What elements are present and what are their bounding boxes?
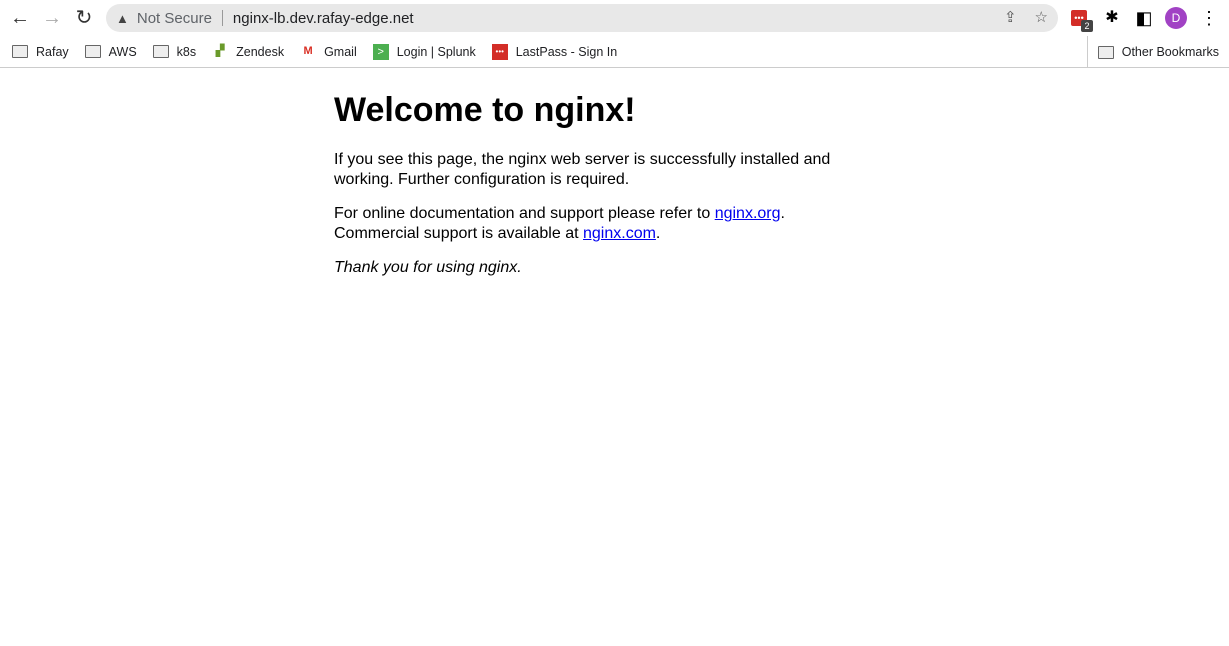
- bookmark-lastpass[interactable]: ••• LastPass - Sign In: [491, 43, 618, 60]
- punctuation: .: [780, 205, 785, 222]
- bookmark-label: AWS: [108, 44, 137, 59]
- reload-button[interactable]: ↻: [72, 6, 96, 30]
- folder-icon: [1097, 45, 1114, 59]
- zendesk-icon: ▞: [215, 45, 225, 57]
- bookmark-splunk[interactable]: > Login | Splunk: [372, 43, 476, 60]
- bookmark-k8s[interactable]: k8s: [152, 44, 197, 59]
- bookmark-label: Rafay: [36, 44, 69, 59]
- divider: [221, 10, 223, 26]
- bookmark-label: Zendesk: [236, 44, 285, 59]
- warning-icon: ▲: [116, 10, 129, 26]
- extension-badge: 2: [1081, 20, 1093, 32]
- support-text: For online documentation and support ple…: [334, 205, 715, 222]
- bookmark-label: Login | Splunk: [396, 44, 476, 59]
- bookmark-label: k8s: [176, 44, 197, 59]
- gmail-icon: M: [303, 45, 313, 57]
- page-content: Welcome to nginx! If you see this page, …: [334, 90, 844, 292]
- avatar[interactable]: D: [1165, 7, 1187, 29]
- puzzle-icon[interactable]: ✱: [1102, 8, 1122, 28]
- back-button[interactable]: ←: [8, 6, 32, 30]
- forward-button[interactable]: →: [40, 6, 64, 30]
- side-panel-icon[interactable]: ◧: [1134, 8, 1154, 28]
- folder-icon: [152, 45, 169, 58]
- support-paragraph: For online documentation and support ple…: [334, 204, 844, 244]
- browser-toolbar: ← → ↻ ▲ Not Secure nginx-lb.dev.rafay-ed…: [0, 0, 1229, 36]
- bookmarks-bar: Rafay AWS k8s ▞ Zendesk M Gmail > Login | S…: [0, 36, 1229, 68]
- bookmark-label: LastPass - Sign In: [515, 44, 618, 59]
- other-bookmarks[interactable]: Other Bookmarks: [1086, 36, 1219, 68]
- page-title: Welcome to nginx!: [334, 91, 636, 129]
- bookmark-zendesk[interactable]: ▞ Zendesk: [212, 45, 284, 59]
- star-icon[interactable]: ☆: [1035, 8, 1048, 26]
- nginx-org-link[interactable]: nginx.org: [715, 205, 781, 222]
- bookmark-label: Gmail: [324, 44, 357, 59]
- menu-icon[interactable]: ⋮: [1199, 8, 1219, 28]
- thanks-paragraph: Thank you for using nginx.: [334, 258, 844, 278]
- punctuation: .: [655, 225, 661, 242]
- security-label[interactable]: Not Secure: [137, 10, 212, 27]
- folder-icon: [84, 45, 101, 58]
- other-bookmarks-label: Other Bookmarks: [1121, 45, 1219, 59]
- url-text[interactable]: nginx-lb.dev.rafay-edge.net: [233, 10, 414, 27]
- splunk-icon: >: [372, 43, 389, 60]
- intro-paragraph: If you see this page, the nginx web serv…: [334, 151, 831, 188]
- lastpass-icon: •••: [491, 43, 508, 60]
- folder-icon: [12, 45, 28, 58]
- thanks-text: Thank you for using nginx.: [334, 259, 522, 276]
- address-bar[interactable]: ▲ Not Secure nginx-lb.dev.rafay-edge.net…: [106, 4, 1058, 32]
- nginx-com-link[interactable]: nginx.com: [583, 225, 656, 242]
- bookmark-rafay[interactable]: Rafay: [12, 45, 69, 59]
- share-icon[interactable]: ⇪: [1004, 8, 1017, 26]
- commercial-text: Commercial support is available at: [334, 225, 583, 242]
- bookmark-gmail[interactable]: M Gmail: [300, 44, 357, 59]
- bookmark-aws[interactable]: AWS: [84, 44, 137, 59]
